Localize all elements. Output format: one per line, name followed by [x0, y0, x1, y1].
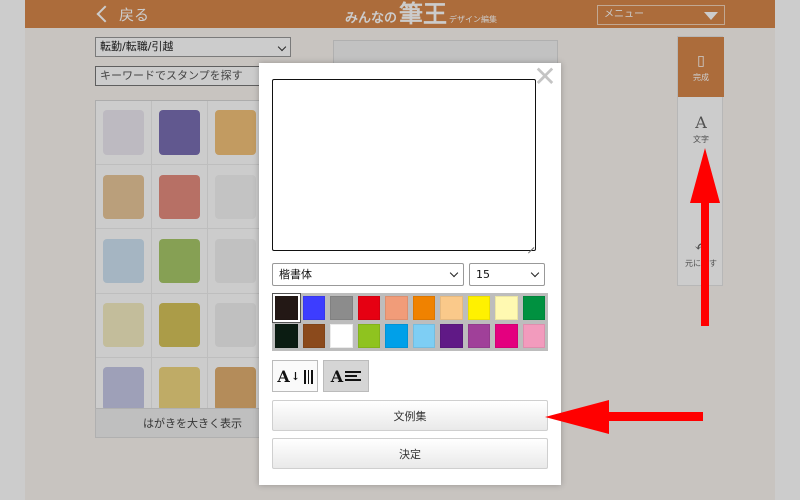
- arrow-up-head: [690, 148, 720, 203]
- font-value: 楷書体: [279, 268, 312, 281]
- page: 戻る みんなの 筆王 デザイン編集 メニュー 転勤/転職/引越 キーワードでスタ…: [0, 0, 800, 500]
- text-input-area[interactable]: [272, 79, 536, 251]
- arrow-left-head: [545, 400, 609, 434]
- resize-handle-icon[interactable]: [527, 242, 534, 249]
- color-swatch[interactable]: [357, 296, 380, 320]
- color-swatch[interactable]: [522, 296, 545, 320]
- color-palette: [272, 293, 548, 351]
- arrow-left-shaft: [607, 412, 703, 421]
- color-swatch[interactable]: [495, 296, 518, 320]
- font-size-select[interactable]: 15: [469, 263, 545, 286]
- color-swatch[interactable]: [330, 324, 353, 348]
- vertical-writing-button[interactable]: A ↓: [272, 360, 318, 392]
- color-swatch[interactable]: [440, 296, 463, 320]
- confirm-button[interactable]: 決定: [272, 438, 548, 469]
- color-swatch[interactable]: [273, 294, 300, 322]
- text-input-dialog: ✕ 楷書体 15 A ↓ A 文例集 決定: [259, 63, 561, 485]
- color-swatch[interactable]: [385, 324, 408, 348]
- color-swatch[interactable]: [412, 296, 435, 320]
- chevron-down-icon: [530, 268, 540, 278]
- color-swatch[interactable]: [302, 324, 325, 348]
- color-swatch[interactable]: [302, 296, 325, 320]
- color-swatch[interactable]: [440, 324, 463, 348]
- horizontal-writing-button[interactable]: A: [323, 360, 369, 392]
- horizontal-lines-icon: [345, 369, 362, 383]
- arrow-up-shaft: [701, 200, 709, 326]
- color-swatch[interactable]: [495, 324, 518, 348]
- close-icon[interactable]: ✕: [533, 63, 557, 91]
- color-swatch[interactable]: [330, 296, 353, 320]
- color-swatch[interactable]: [467, 324, 490, 348]
- vertical-lines-icon: [302, 367, 313, 386]
- color-swatch[interactable]: [522, 324, 545, 348]
- color-swatch[interactable]: [357, 324, 380, 348]
- annotation-arrow-up: [690, 148, 720, 326]
- color-swatch[interactable]: [385, 296, 408, 320]
- color-swatch[interactable]: [467, 296, 490, 320]
- down-arrow-icon: ↓: [290, 369, 301, 383]
- font-size-value: 15: [476, 268, 490, 281]
- font-select[interactable]: 楷書体: [272, 263, 464, 286]
- color-swatch[interactable]: [412, 324, 435, 348]
- vertical-writing-icon: A: [277, 366, 290, 386]
- annotation-arrow-left: [545, 400, 703, 434]
- confirm-label: 決定: [399, 447, 421, 461]
- phrase-collection-button[interactable]: 文例集: [272, 400, 548, 431]
- phrase-label: 文例集: [393, 409, 427, 423]
- horizontal-writing-icon: A: [330, 366, 344, 386]
- color-swatch[interactable]: [275, 324, 298, 348]
- chevron-down-icon: [449, 268, 459, 278]
